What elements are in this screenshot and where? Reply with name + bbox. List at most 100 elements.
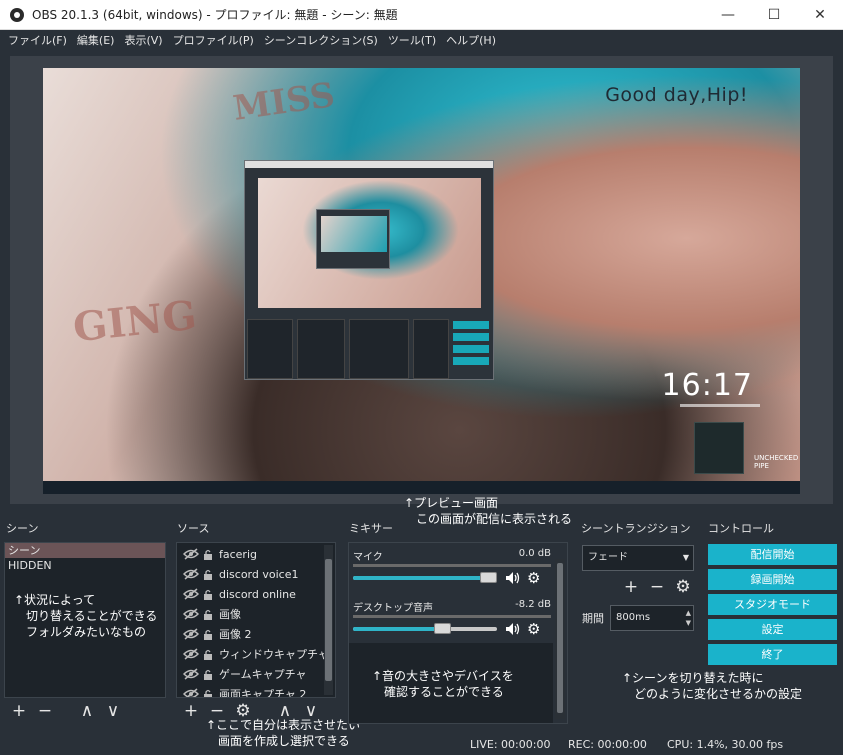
remove-transition-button[interactable]: −	[648, 578, 666, 596]
mixer-track-db: -8.2 dB	[515, 599, 551, 610]
nested-control-button	[453, 321, 489, 329]
source-item[interactable]: facerig	[177, 544, 335, 564]
source-label: 画像 2	[219, 628, 252, 641]
obs-logo-icon	[10, 7, 24, 22]
remove-scene-button[interactable]: −	[36, 702, 54, 720]
close-button[interactable]: ✕	[797, 0, 843, 30]
lock-icon[interactable]	[203, 629, 213, 640]
menu-file[interactable]: ファイル(F)	[3, 32, 72, 48]
sources-list[interactable]: facerig discord voice1 discord online 画像…	[176, 542, 336, 698]
controls-header: コントロール	[708, 522, 774, 535]
visibility-icon[interactable]	[183, 548, 199, 560]
transitions-toolbar: + − ⚙	[622, 578, 692, 596]
menu-profile[interactable]: プロファイル(P)	[168, 32, 259, 48]
scenes-toolbar: + − ∧ ∨	[10, 702, 122, 720]
scene-item-scene[interactable]: シーン	[5, 543, 165, 558]
transition-type: フェード	[588, 552, 628, 563]
menu-scene-collection[interactable]: シーンコレクション(S)	[259, 32, 383, 48]
maximize-button[interactable]: ☐	[751, 0, 797, 30]
volume-slider-handle[interactable]	[480, 572, 497, 583]
sources-scrollbar[interactable]	[324, 545, 333, 695]
add-scene-button[interactable]: +	[10, 702, 28, 720]
source-label: 画面キャプチャ 2	[219, 688, 307, 698]
duration-spinbox[interactable]: 800ms ▲ ▼	[610, 605, 694, 631]
minimize-button[interactable]: —	[705, 0, 751, 30]
nested-control-button	[453, 333, 489, 341]
scenes-annotation: ↑状況によって 切り替えることができる フォルダみたいなもの	[14, 593, 158, 639]
preview-area[interactable]: MISS GING Good day,Hip! 16:17 UNCHECKED …	[10, 56, 833, 504]
sources-scroll-thumb[interactable]	[325, 559, 332, 681]
transitions-header: シーントランジション	[581, 522, 691, 535]
visibility-icon[interactable]	[183, 568, 199, 580]
volume-meter	[353, 615, 551, 618]
desktop-widget	[694, 422, 744, 474]
mixer-track-mic: マイク 0.0 dB ⚙	[353, 548, 551, 587]
lock-icon[interactable]	[203, 609, 213, 620]
transition-select[interactable]: フェード ▼	[582, 545, 694, 571]
nested-sources-pane	[297, 319, 345, 379]
speaker-icon[interactable]	[505, 571, 521, 585]
transition-settings-gear-icon[interactable]: ⚙	[674, 578, 692, 596]
scene-item-hidden[interactable]: HIDDEN	[5, 558, 165, 573]
cpu-status: CPU: 1.4%, 30.00 fps	[667, 738, 784, 751]
visibility-icon[interactable]	[183, 668, 199, 680]
lock-icon[interactable]	[203, 649, 213, 660]
source-item[interactable]: ゲームキャプチャ	[177, 664, 335, 684]
duration-value: 800ms	[616, 612, 651, 623]
source-item[interactable]: discord voice1	[177, 564, 335, 584]
source-item[interactable]: ウィンドウキャプチャ	[177, 644, 335, 664]
move-scene-down-button[interactable]: ∨	[104, 702, 122, 720]
source-label: facerig	[219, 547, 257, 561]
live-status: LIVE: 00:00:00	[470, 738, 551, 751]
date-line	[680, 404, 760, 407]
preview-taskbar	[43, 481, 800, 494]
menu-edit[interactable]: 編集(E)	[72, 32, 120, 48]
start-recording-button[interactable]: 録画開始	[708, 569, 837, 590]
add-source-button[interactable]: +	[182, 702, 200, 720]
volume-slider[interactable]	[353, 623, 497, 634]
source-item[interactable]: 画像	[177, 604, 335, 624]
nested-mixer-pane	[349, 319, 409, 379]
source-label: 画像	[219, 608, 241, 621]
source-item[interactable]: 画像 2	[177, 624, 335, 644]
source-item[interactable]: 画面キャプチャ 2	[177, 684, 335, 699]
visibility-icon[interactable]	[183, 648, 199, 660]
visibility-icon[interactable]	[183, 608, 199, 620]
menu-tools[interactable]: ツール(T)	[383, 32, 441, 48]
chevron-down-icon: ▼	[682, 553, 689, 562]
visibility-icon[interactable]	[183, 688, 199, 698]
menu-help[interactable]: ヘルプ(H)	[441, 32, 501, 48]
lock-icon[interactable]	[203, 589, 213, 600]
mixer-scrollbar[interactable]	[555, 559, 565, 719]
lock-icon[interactable]	[203, 669, 213, 680]
lock-icon[interactable]	[203, 569, 213, 580]
nested-obs-window	[244, 160, 494, 380]
volume-slider[interactable]	[353, 572, 497, 583]
mixer-header: ミキサー	[349, 522, 393, 535]
speaker-icon[interactable]	[505, 622, 521, 636]
lock-icon[interactable]	[203, 549, 213, 560]
start-streaming-button[interactable]: 配信開始	[708, 544, 837, 565]
studio-mode-button[interactable]: スタジオモード	[708, 594, 837, 615]
exit-button[interactable]: 終了	[708, 644, 837, 665]
add-transition-button[interactable]: +	[622, 578, 640, 596]
source-item[interactable]: discord online	[177, 584, 335, 604]
mixer-track-db: 0.0 dB	[518, 548, 551, 559]
mixer-settings-gear-icon[interactable]: ⚙	[527, 620, 540, 638]
volume-slider-handle[interactable]	[434, 623, 451, 634]
menu-view[interactable]: 表示(V)	[119, 32, 167, 48]
move-scene-up-button[interactable]: ∧	[78, 702, 96, 720]
mixer-track-name: マイク	[353, 552, 383, 563]
mixer-scroll-thumb[interactable]	[557, 563, 563, 713]
visibility-icon[interactable]	[183, 628, 199, 640]
settings-button[interactable]: 設定	[708, 619, 837, 640]
visibility-icon[interactable]	[183, 588, 199, 600]
volume-meter	[353, 564, 551, 567]
spin-arrows-icon[interactable]: ▲ ▼	[686, 608, 691, 628]
preview-canvas[interactable]: MISS GING Good day,Hip! 16:17 UNCHECKED …	[43, 68, 800, 494]
mixer-settings-gear-icon[interactable]: ⚙	[527, 569, 540, 587]
nested-transition-pane	[413, 319, 449, 379]
lock-icon[interactable]	[203, 689, 213, 699]
mixer-annotation: ↑音の大きさやデバイスを 確認することができる	[372, 669, 514, 699]
window-title: OBS 20.1.3 (64bit, windows) - プロファイル: 無題…	[32, 8, 398, 22]
